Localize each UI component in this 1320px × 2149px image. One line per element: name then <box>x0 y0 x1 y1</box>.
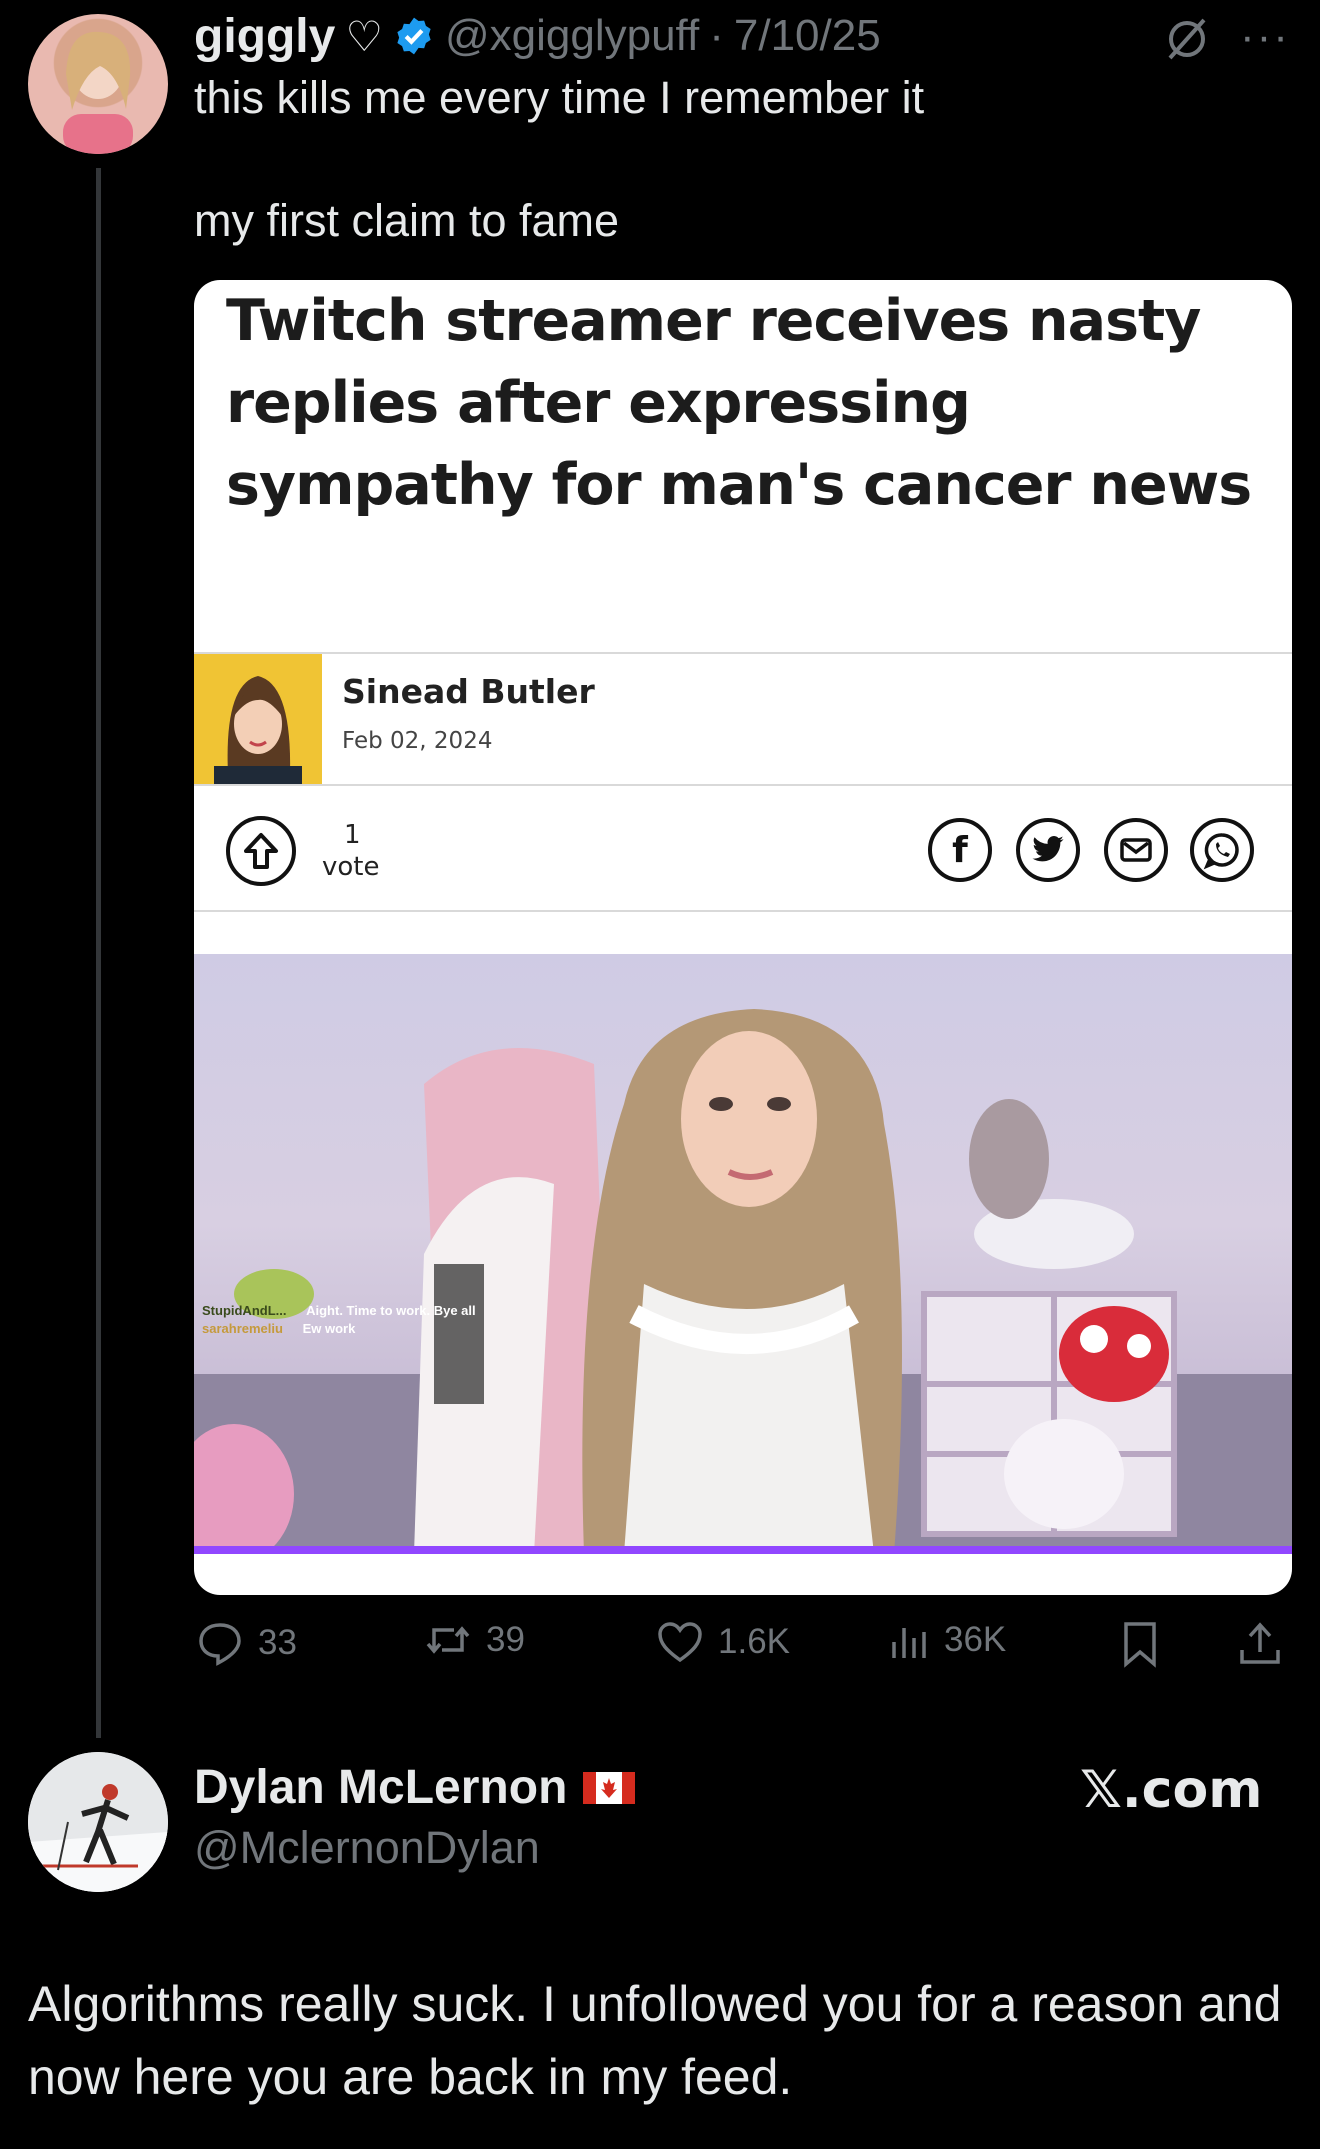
chat-message: Ew work <box>302 1321 356 1336</box>
reply-icon <box>199 1623 241 1666</box>
replier-header: Dylan McLernon <box>194 1760 636 1815</box>
repost-count: 39 <box>486 1620 525 1659</box>
chat-line: sarahremeliu Ew work <box>202 1320 476 1338</box>
poster-avatar-art <box>63 31 133 154</box>
post-header: giggly ♡ @xgigglypuff · 7/10/25 <box>194 4 881 68</box>
divider <box>194 910 1292 912</box>
post-text-line1: this kills me every time I remember it <box>194 72 925 123</box>
bookmark-icon <box>1124 1622 1156 1668</box>
author-avatar-art <box>214 676 302 784</box>
thread-line <box>96 168 101 1738</box>
replier-display-name[interactable]: Dylan McLernon <box>194 1760 567 1815</box>
views-button[interactable]: 36K <box>888 1620 1006 1660</box>
poster-avatar[interactable] <box>28 14 168 154</box>
replier-avatar[interactable] <box>28 1752 168 1892</box>
analytics-icon <box>892 1628 926 1658</box>
bookmark-button[interactable] <box>1120 1620 1160 1668</box>
article-headline: Twitch streamer receives nasty replies a… <box>226 288 1252 518</box>
vote-count: 1 <box>344 820 361 850</box>
author-date: Feb 02, 2024 <box>342 728 493 754</box>
facebook-share-button[interactable]: f <box>928 818 992 882</box>
heart-icon <box>658 1622 702 1663</box>
poster-handle[interactable]: @xgigglypuff <box>445 11 699 61</box>
arrow-up-icon <box>244 833 278 869</box>
reply-button[interactable]: 33 <box>196 1620 297 1666</box>
repost-icon <box>426 1626 470 1654</box>
author-avatar <box>194 654 322 784</box>
email-icon <box>1120 838 1152 862</box>
chat-line: StupidAndL... Aight. Time to work. Bye a… <box>202 1302 476 1320</box>
canada-flag-icon <box>583 1771 636 1804</box>
more-options-icon[interactable]: ··· <box>1240 12 1290 62</box>
whatsapp-share-button[interactable] <box>1190 818 1254 882</box>
grok-icon[interactable] <box>1162 14 1212 69</box>
whatsapp-icon <box>1203 833 1239 870</box>
reply-text: Algorithms really suck. I unfollowed you… <box>28 1976 1282 2105</box>
chat-user: sarahremeliu <box>202 1321 283 1336</box>
twitter-icon <box>1032 836 1064 862</box>
twitter-share-button[interactable] <box>1016 818 1080 882</box>
post-text-line2: my first claim to fame <box>194 195 620 246</box>
divider <box>194 652 1292 654</box>
upvote-button[interactable] <box>226 816 296 886</box>
attached-image[interactable]: Twitch streamer receives nasty replies a… <box>194 280 1292 1595</box>
like-count: 1.6K <box>718 1622 790 1661</box>
email-share-button[interactable] <box>1104 818 1168 882</box>
stream-scene <box>194 1009 1292 1554</box>
facebook-icon: f <box>952 829 968 871</box>
post-date[interactable]: 7/10/25 <box>734 11 881 61</box>
heart-emoji: ♡ <box>345 11 383 61</box>
share-icon <box>1240 1622 1280 1664</box>
chat-user: StupidAndL... <box>202 1303 287 1318</box>
poster-display-name[interactable]: giggly <box>194 9 335 64</box>
replier-handle[interactable]: @MclernonDylan <box>194 1822 540 1874</box>
x-brand-label: 𝕏.com <box>1080 1760 1263 1820</box>
like-button[interactable]: 1.6K <box>656 1620 790 1664</box>
reply-count: 33 <box>258 1623 297 1662</box>
verified-badge-icon <box>393 15 435 57</box>
stream-screenshot: StupidAndL... Aight. Time to work. Bye a… <box>194 954 1292 1554</box>
divider <box>194 784 1292 786</box>
replier-avatar-art <box>28 1752 168 1892</box>
author-name: Sinead Butler <box>342 672 595 711</box>
stream-chat-overlay: StupidAndL... Aight. Time to work. Bye a… <box>202 1302 476 1338</box>
vote-label: vote <box>322 852 380 882</box>
view-count: 36K <box>944 1620 1007 1659</box>
separator-dot: · <box>709 11 724 60</box>
repost-button[interactable]: 39 <box>424 1620 525 1660</box>
chat-message: Aight. Time to work. Bye all <box>306 1303 476 1318</box>
share-button[interactable] <box>1238 1620 1282 1668</box>
